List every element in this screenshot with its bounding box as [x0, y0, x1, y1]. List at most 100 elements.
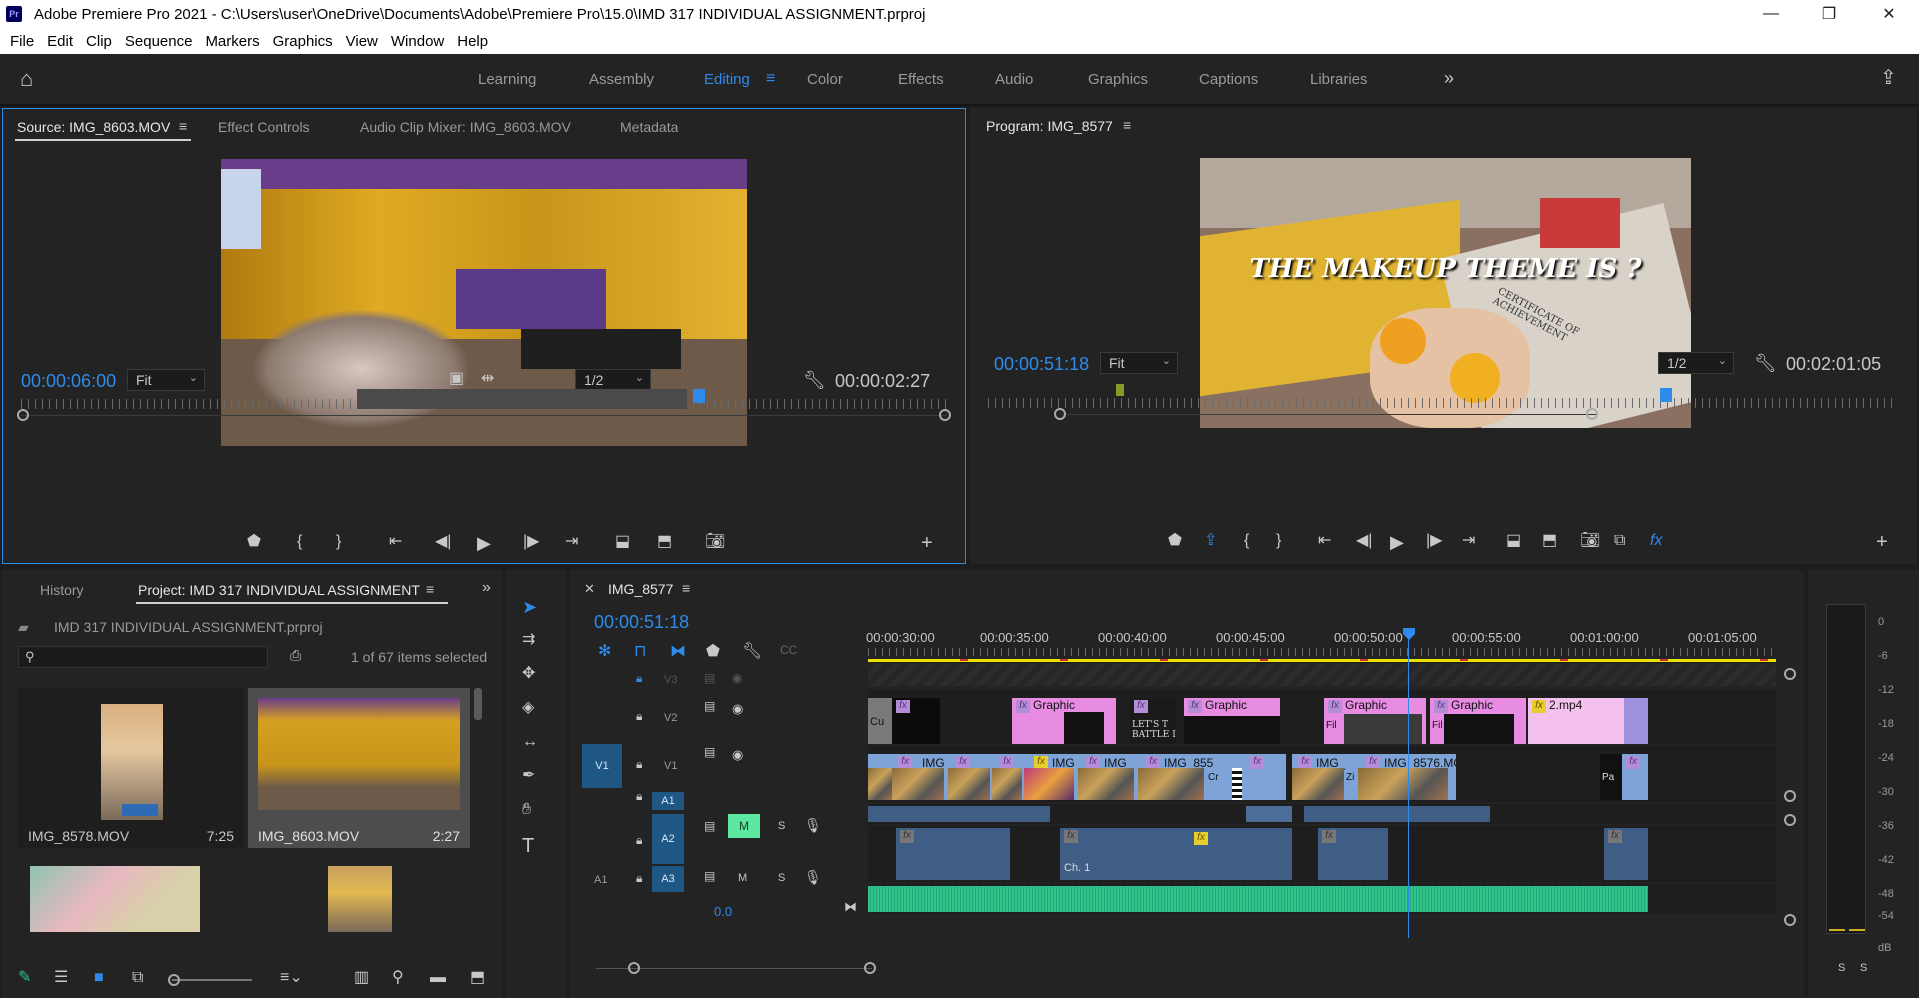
audio-scroll-handle[interactable] — [1784, 914, 1796, 926]
freeform-view-icon[interactable]: ⧉ — [132, 970, 143, 986]
menu-graphics[interactable]: Graphics — [273, 33, 333, 50]
go-to-out-icon[interactable]: ⇥ — [1462, 533, 1475, 549]
go-to-in-icon[interactable]: ⇤ — [1318, 533, 1331, 549]
zoom-slider[interactable] — [172, 979, 252, 981]
mark-out-icon[interactable]: } — [336, 534, 341, 550]
clip-a3-music-1[interactable] — [868, 886, 1318, 912]
sort-icon[interactable]: ≡⌄ — [280, 970, 303, 986]
list-view-icon[interactable]: ☰ — [54, 970, 68, 986]
project-thumbnail-3[interactable] — [30, 866, 200, 932]
source-in-out-range[interactable] — [357, 389, 687, 409]
source-fit-dropdown[interactable]: Fit ⌄ — [127, 369, 205, 391]
menu-view[interactable]: View — [346, 33, 378, 50]
clip-v1-sequence[interactable]: fx IMG fx fx fx IMG fx IMG_ fx IMG_855 Cr fx… — [868, 754, 1456, 800]
add-marker-icon[interactable]: ⬟ — [1168, 533, 1182, 549]
more-panels-icon[interactable]: » — [482, 580, 491, 596]
lift-icon[interactable]: ⬓ — [1506, 533, 1521, 549]
source-patch-a1[interactable]: A1 — [594, 874, 607, 886]
menu-edit[interactable]: Edit — [47, 33, 73, 50]
hand-tool-icon[interactable]: ✋︎ — [522, 802, 531, 818]
new-item-icon[interactable]: ⬒ — [470, 970, 485, 986]
project-scrollbar[interactable] — [474, 688, 482, 720]
solo-right-button[interactable]: S — [1860, 962, 1867, 974]
step-back-icon[interactable]: ◀| — [1356, 533, 1372, 549]
sync-lock-icon[interactable]: ▤ — [704, 746, 715, 758]
program-zoom-bar[interactable] — [1060, 414, 1596, 415]
sync-lock-icon[interactable]: ▤ — [704, 870, 715, 882]
timeline-timecode[interactable]: 00:00:51:18 — [594, 612, 689, 633]
master-volume[interactable]: 0.0 — [714, 904, 732, 919]
new-bin-icon[interactable]: ▬ — [430, 970, 446, 986]
menu-clip[interactable]: Clip — [86, 33, 112, 50]
zoom-handle-right[interactable] — [1586, 408, 1598, 420]
menu-file[interactable]: File — [10, 33, 34, 50]
icon-view-icon[interactable]: ■ — [94, 970, 104, 986]
tab-sequence[interactable]: IMG_8577 — [608, 581, 673, 597]
lock-icon[interactable]: 🔒︎ — [636, 834, 642, 846]
project-item-img8603[interactable]: IMG_8603.MOV 2:27 — [248, 688, 470, 848]
clip-v2-end[interactable] — [1624, 698, 1648, 744]
comparison-view-icon[interactable]: ⧉ — [1614, 533, 1625, 549]
program-fit-dropdown[interactable]: Fit ⌄ — [1100, 352, 1178, 374]
tab-color[interactable]: Color — [807, 71, 843, 88]
track-label-a3[interactable]: A3 — [652, 866, 684, 892]
add-marker-icon[interactable]: ⬟ — [247, 534, 261, 550]
new-bin-from-search-icon[interactable]: ⎙ — [290, 648, 301, 662]
microphone-icon[interactable]: 🎙︎ — [804, 870, 822, 884]
track-label-a2[interactable]: A2 — [652, 814, 684, 864]
tab-metadata[interactable]: Metadata — [620, 119, 678, 135]
insert-clip-icon[interactable]: ⬓ — [615, 534, 630, 550]
lock-icon[interactable]: 🔒︎ — [636, 872, 642, 884]
mute-button[interactable]: M — [738, 872, 747, 884]
source-timecode[interactable]: 00:00:06:00 — [21, 371, 116, 392]
clip-a2-4[interactable]: fx — [1604, 828, 1648, 880]
sync-lock-icon[interactable]: ▤ — [704, 700, 715, 712]
camera-icon[interactable]: 📷︎ — [1580, 533, 1600, 549]
step-forward-icon[interactable]: |▶ — [1426, 533, 1442, 549]
snap-icon[interactable]: ⊓ — [634, 644, 646, 660]
find-icon[interactable]: ⚲ — [392, 970, 404, 986]
zoom-handle-right[interactable] — [864, 962, 876, 974]
timeline-ruler[interactable]: 00:00:30:00 00:00:35:00 00:00:40:00 00:0… — [866, 630, 1788, 662]
eye-icon[interactable]: ◉ — [732, 672, 742, 684]
close-icon[interactable]: ✕ — [1866, 0, 1912, 28]
go-to-out-icon[interactable]: ⇥ — [565, 534, 578, 550]
mark-in-icon[interactable]: { — [1244, 533, 1249, 549]
export-frame-icon[interactable]: ⇪ — [1204, 533, 1217, 549]
eye-icon[interactable]: ◉ — [732, 748, 743, 761]
more-workspaces-icon[interactable]: » — [1444, 69, 1454, 87]
overwrite-icon[interactable]: ⬒ — [657, 534, 672, 550]
workspace-menu-icon[interactable]: ≡ — [766, 71, 775, 87]
linked-selection-icon[interactable]: ⧓ — [670, 644, 686, 660]
video-scroll-handle[interactable] — [1784, 790, 1796, 802]
panel-menu-icon[interactable]: ≡ — [1123, 118, 1131, 132]
tab-project[interactable]: Project: IMD 317 INDIVIDUAL ASSIGNMENT — [138, 582, 420, 598]
clip-v1-pa[interactable]: Pa — [1600, 754, 1622, 800]
lock-icon[interactable]: 🔒︎ — [636, 672, 642, 684]
timeline-settings-icon[interactable]: 🔧︎ — [742, 644, 762, 660]
menu-help[interactable]: Help — [457, 33, 488, 50]
menu-sequence[interactable]: Sequence — [125, 33, 193, 50]
pen-tool-icon[interactable]: ✒ — [522, 768, 535, 784]
extract-icon[interactable]: ⬒ — [1542, 533, 1557, 549]
project-thumbnail-4[interactable] — [328, 866, 392, 932]
source-patch-v1[interactable]: V1 — [582, 744, 622, 788]
clip-v2-cu[interactable]: Cu — [868, 698, 892, 744]
wrench-icon[interactable]: 🔧︎ — [1754, 354, 1777, 372]
mute-button-active[interactable]: M — [728, 814, 760, 838]
clip-v2-graphic-1[interactable]: fx — [892, 698, 940, 744]
menu-window[interactable]: Window — [391, 33, 444, 50]
razor-tool-icon[interactable]: ◈ — [522, 700, 534, 716]
solo-button[interactable]: S — [778, 872, 785, 884]
zoom-handle-left[interactable] — [628, 962, 640, 974]
solo-left-button[interactable]: S — [1838, 962, 1845, 974]
step-forward-icon[interactable]: |▶ — [523, 534, 539, 550]
tab-libraries[interactable]: Libraries — [1310, 71, 1368, 88]
eye-icon[interactable]: ◉ — [732, 702, 743, 715]
solo-button[interactable]: S — [778, 820, 785, 832]
clip-a1-1[interactable] — [868, 806, 1050, 822]
fx-icon[interactable]: fx — [1650, 533, 1662, 549]
clip-a1-3[interactable] — [1304, 806, 1490, 822]
camera-icon[interactable]: 📷︎ — [705, 534, 725, 550]
maximize-icon[interactable]: ❐ — [1806, 0, 1852, 28]
